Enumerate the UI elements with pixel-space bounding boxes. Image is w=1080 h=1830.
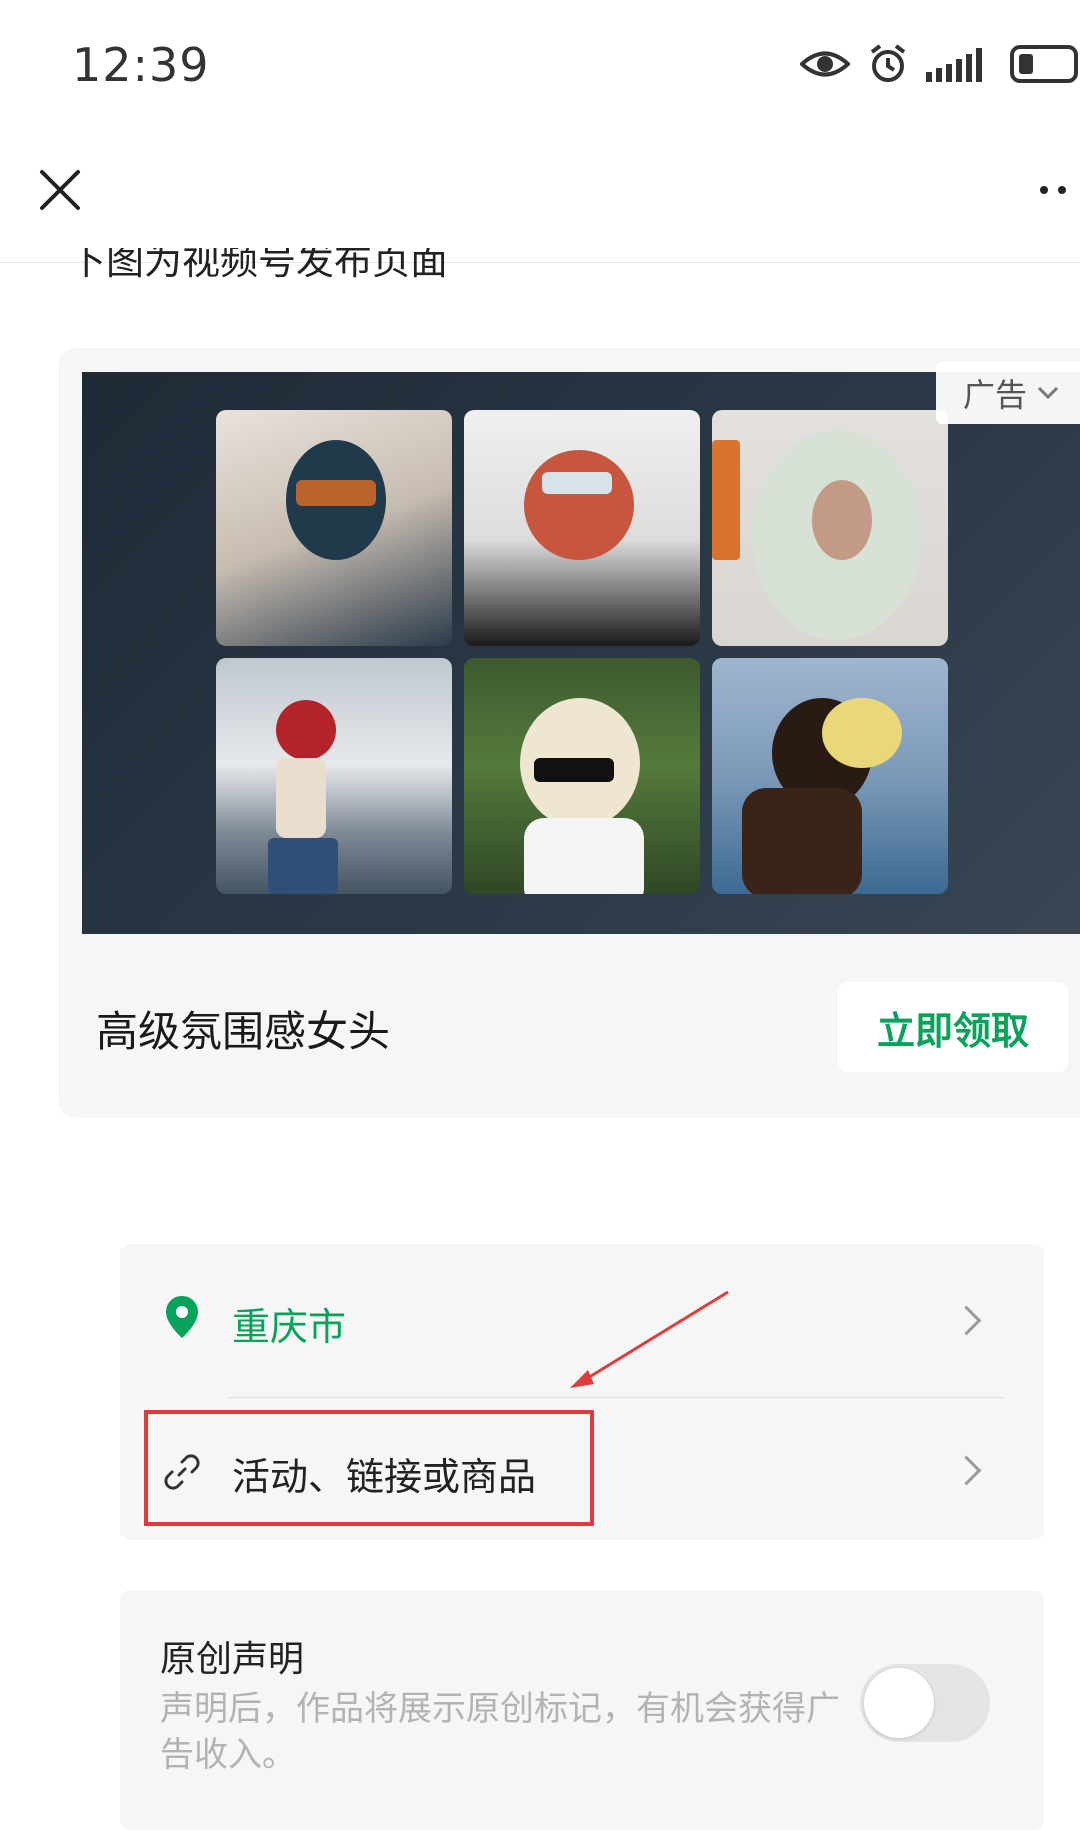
claim-now-button[interactable]: 立即领取 [838,982,1068,1072]
battery-icon [1010,45,1080,87]
chevron-down-icon [1037,386,1059,400]
original-declaration-title: 原创声明 [160,1639,305,1680]
ad-photo-5 [464,658,700,894]
toggle-knob [864,1668,934,1738]
status-time: 12:39 [72,38,210,92]
chevron-right-icon [951,1305,982,1336]
ad-badge-label: 广告 [962,376,1027,414]
original-declaration-description: 声明后，作品将展示原创标记，有机会获得广告收入。 [160,1689,840,1775]
annotation-highlight-box [144,1410,594,1526]
ad-photo-1 [216,410,452,646]
close-button[interactable] [30,160,90,220]
location-label: 重庆市 [232,1305,347,1349]
signal-icon [926,46,992,86]
clipped-heading: 下图为视频号发布页面 [68,248,449,282]
alarm-icon [868,44,908,88]
ad-photo-6 [712,658,948,894]
chevron-right-icon [951,1455,982,1486]
ad-title: 高级氛围感女头 [96,1007,391,1056]
ad-badge[interactable]: 广告 [936,362,1080,424]
more-button[interactable] [1040,175,1080,205]
ad-photo-2 [464,410,700,646]
ad-photo-3 [712,410,948,646]
location-pin-icon [166,1296,198,1338]
status-icons [799,44,1080,88]
ad-photo-4 [216,658,452,894]
close-icon [40,170,80,210]
original-declaration-toggle[interactable] [860,1664,990,1742]
eye-icon [799,47,851,85]
more-icon [1040,186,1048,194]
annotation-arrow-icon [570,1290,729,1388]
